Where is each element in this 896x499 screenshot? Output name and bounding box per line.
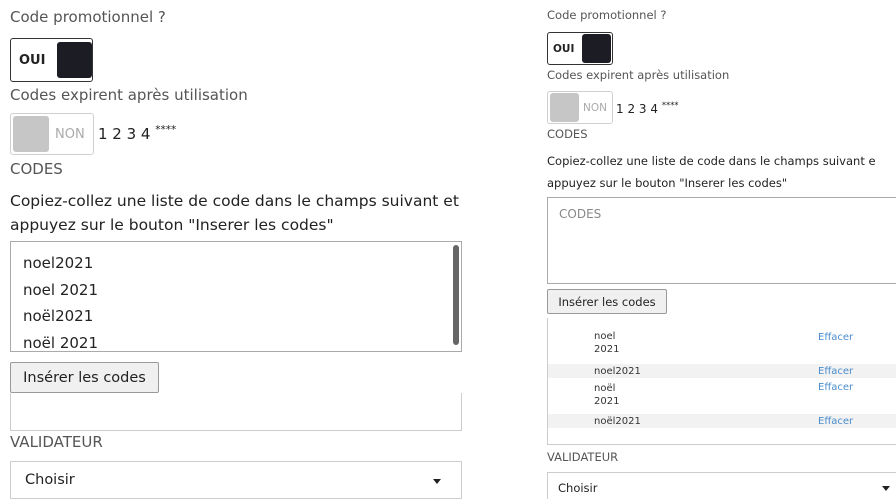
list-item: noël 2021 Effacer bbox=[548, 378, 896, 407]
code-value: noel 2021 bbox=[594, 331, 620, 355]
toggle-knob bbox=[56, 42, 92, 78]
promo-code-label: Code promotionnel ? bbox=[10, 8, 166, 26]
promo-code-label: Code promotionnel ? bbox=[547, 8, 667, 22]
list-item: noel 2021 Effacer bbox=[548, 330, 896, 358]
insert-codes-button[interactable]: Insérer les codes bbox=[547, 289, 667, 314]
code-value: noel2021 bbox=[594, 366, 641, 377]
codes-help-text: Copiez-collez une liste de code dans le … bbox=[547, 150, 896, 194]
mask-digits: 1 2 3 4 bbox=[98, 125, 151, 143]
help-line: Copiez-collez une liste de code dans le … bbox=[547, 154, 876, 168]
toggle-label-non: NON bbox=[583, 101, 607, 114]
textarea-line: noël2021 bbox=[23, 307, 94, 325]
delete-code-link[interactable]: Effacer bbox=[818, 416, 853, 427]
textarea-placeholder: CODES bbox=[559, 207, 602, 221]
toggle-label-oui: OUI bbox=[553, 42, 575, 55]
validator-selected-value: Choisir bbox=[558, 481, 598, 495]
help-line: appuyez sur le bouton "Inserer les codes… bbox=[547, 176, 788, 190]
delete-code-link[interactable]: Effacer bbox=[818, 382, 853, 393]
toggle-knob bbox=[13, 116, 49, 152]
insert-codes-button[interactable]: Insérer les codes bbox=[10, 362, 159, 393]
codes-heading: CODES bbox=[10, 160, 63, 178]
toggle-knob bbox=[550, 93, 579, 122]
list-item: noel2021 Effacer bbox=[548, 364, 896, 378]
textarea-scrollbar[interactable] bbox=[453, 245, 459, 345]
promo-code-toggle[interactable]: OUI bbox=[547, 32, 613, 65]
code-mask-preview: 1 2 3 4 **** bbox=[616, 100, 679, 116]
chevron-down-icon bbox=[433, 479, 441, 484]
promo-code-toggle[interactable]: OUI bbox=[10, 38, 93, 82]
left-panel: Code promotionnel ? OUI Codes expirent a… bbox=[0, 0, 470, 499]
validator-label: VALIDATEUR bbox=[10, 433, 103, 451]
codes-textarea[interactable]: CODES bbox=[547, 197, 896, 284]
mask-stars: **** bbox=[155, 124, 177, 136]
code-mask-preview: 1 2 3 4 **** bbox=[98, 124, 176, 143]
code-value: noël 2021 bbox=[594, 383, 620, 407]
textarea-line: noël 2021 bbox=[23, 333, 99, 352]
textarea-line: noel 2021 bbox=[23, 280, 99, 299]
list-item: noël2021 Effacer bbox=[548, 414, 896, 428]
mask-digits: 1 2 3 4 bbox=[616, 102, 658, 116]
expire-label: Codes expirent après utilisation bbox=[10, 86, 248, 104]
toggle-knob bbox=[582, 34, 611, 63]
right-panel: Code promotionnel ? OUI Codes expirent a… bbox=[541, 0, 896, 499]
codes-heading: CODES bbox=[547, 127, 588, 141]
toggle-label-non: NON bbox=[55, 126, 85, 142]
codes-list: noel 2021 Effacer noel2021 Effacer noël … bbox=[547, 318, 896, 445]
code-value: noël2021 bbox=[594, 416, 641, 427]
expire-toggle[interactable]: NON bbox=[10, 113, 94, 155]
validator-selected-value: Choisir bbox=[25, 472, 75, 488]
validator-label: VALIDATEUR bbox=[547, 450, 619, 464]
codes-textarea[interactable]: noel2021 noel 2021 noël2021 noël 2021 bbox=[10, 241, 462, 352]
codes-output-box bbox=[10, 393, 462, 431]
textarea-line: noel2021 bbox=[23, 254, 94, 272]
chevron-down-icon bbox=[882, 486, 890, 491]
validator-select[interactable]: Choisir bbox=[547, 472, 896, 499]
expire-label: Codes expirent après utilisation bbox=[547, 68, 730, 82]
delete-code-link[interactable]: Effacer bbox=[818, 332, 853, 343]
validator-select[interactable]: Choisir bbox=[10, 461, 462, 499]
toggle-label-oui: OUI bbox=[19, 52, 46, 68]
codes-help-text: Copiez-collez une liste de code dans le … bbox=[10, 192, 459, 235]
delete-code-link[interactable]: Effacer bbox=[818, 366, 853, 377]
mask-stars: **** bbox=[661, 100, 679, 110]
expire-toggle[interactable]: NON bbox=[547, 91, 613, 124]
